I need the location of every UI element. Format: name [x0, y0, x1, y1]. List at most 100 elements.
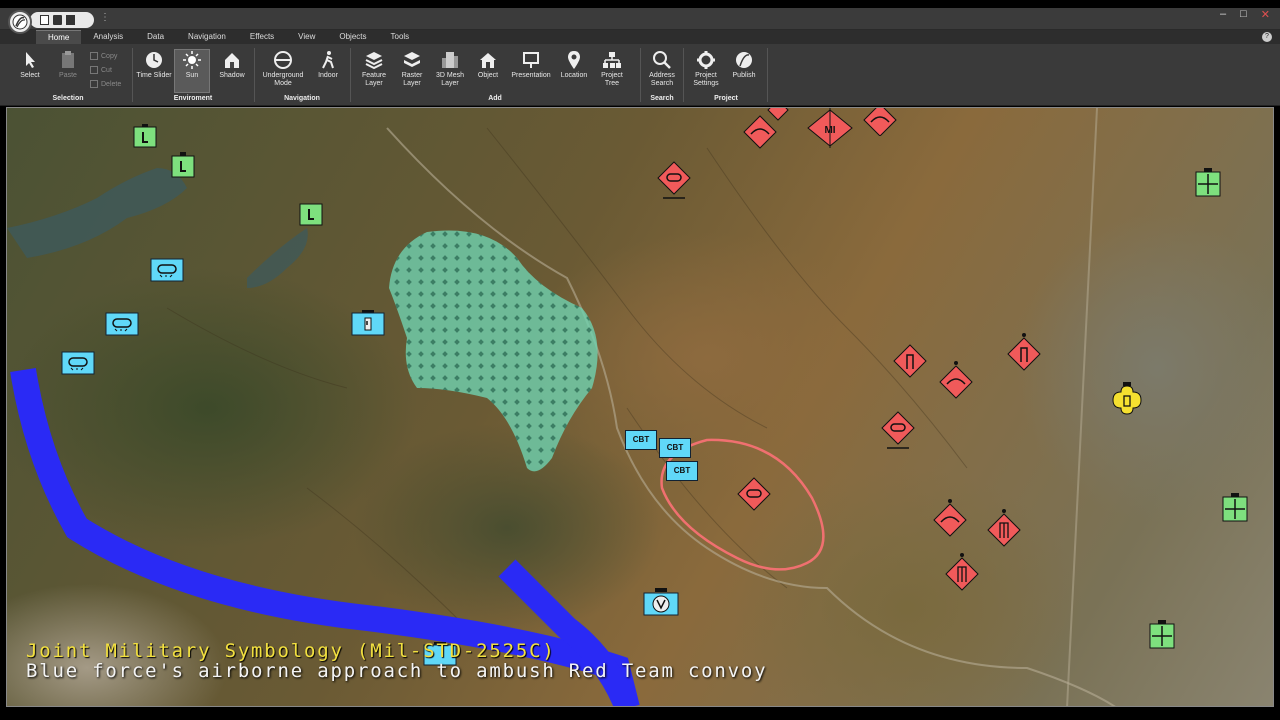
tab-effects[interactable]: Effects — [238, 30, 286, 44]
app-window: ⋮ – □ ✕ Home Analysis Data Navigation Ef… — [0, 0, 1280, 720]
hostile-unit-symbol[interactable] — [1007, 332, 1041, 377]
friendly-armor-symbol[interactable] — [61, 351, 95, 380]
tree-icon — [603, 52, 621, 68]
hostile-unit-symbol[interactable] — [767, 108, 789, 127]
tab-data[interactable]: Data — [135, 30, 176, 44]
hostile-mi-label: MI — [824, 125, 835, 136]
layers-icon — [365, 52, 383, 70]
copy-button[interactable]: Copy — [90, 52, 117, 60]
underground-mode-button[interactable]: Underground Mode — [260, 50, 306, 88]
north-road — [1066, 108, 1098, 706]
cut-button[interactable]: Cut — [90, 66, 112, 74]
location-pin-icon — [568, 51, 580, 69]
raster-layer-button[interactable]: Raster Layer — [394, 50, 430, 88]
neutral-medical-symbol[interactable] — [1149, 620, 1175, 655]
select-button[interactable]: Select — [12, 50, 48, 80]
paste-icon — [62, 51, 74, 68]
neutral-unit-symbol[interactable] — [299, 200, 323, 231]
address-search-button[interactable]: Address Search — [642, 50, 682, 88]
presentation-button[interactable]: Presentation — [508, 50, 554, 80]
ribbon-divider — [683, 48, 684, 102]
minimize-button[interactable]: – — [1220, 8, 1226, 21]
hostile-mi-symbol[interactable]: MI — [807, 108, 853, 153]
presentation-icon — [523, 52, 539, 68]
project-settings-button[interactable]: Project Settings — [688, 50, 724, 88]
indoor-button[interactable]: Indoor — [310, 50, 346, 80]
neutral-unit-symbol[interactable] — [133, 124, 157, 153]
neutral-medical-symbol[interactable] — [1195, 168, 1221, 203]
green-zone-pattern — [389, 230, 598, 472]
sun-button[interactable]: Sun — [174, 49, 210, 93]
hostile-unit-symbol[interactable] — [863, 108, 897, 141]
publish-button[interactable]: Publish — [726, 50, 762, 80]
group-selection: Select Paste Copy Cut Delete Selection — [6, 46, 130, 104]
friendly-cbt-unit[interactable]: CBT — [666, 461, 698, 481]
friendly-armor-symbol[interactable] — [105, 312, 139, 341]
tab-objects[interactable]: Objects — [327, 30, 378, 44]
title-bar — [0, 8, 1280, 30]
hostile-unit-symbol[interactable] — [933, 498, 967, 543]
location-button[interactable]: Location — [556, 50, 592, 80]
search-icon — [653, 51, 671, 69]
underground-icon — [274, 51, 292, 69]
paste-button[interactable]: Paste — [50, 50, 86, 80]
tab-navigation[interactable]: Navigation — [176, 30, 238, 44]
qat-dropdown-icon[interactable]: ⋮ — [100, 12, 110, 23]
friendly-cbt-unit[interactable]: CBT — [625, 430, 657, 450]
group-environment: Time Slider Sun Shadow Enviroment — [134, 46, 252, 104]
ribbon-tabs: Home Analysis Data Navigation Effects Vi… — [0, 30, 1280, 44]
new-file-icon[interactable] — [40, 15, 49, 25]
tab-view[interactable]: View — [286, 30, 327, 44]
hostile-armor-symbol[interactable] — [657, 160, 691, 205]
group-navigation: Underground Mode Indoor Navigation — [256, 46, 348, 104]
window-controls: – □ ✕ — [1220, 8, 1270, 21]
friendly-armor-symbol[interactable] — [150, 258, 184, 287]
delete-icon — [90, 80, 98, 88]
close-button[interactable]: ✕ — [1261, 8, 1270, 21]
lake-water — [247, 228, 308, 288]
app-logo-icon[interactable] — [8, 10, 32, 34]
feature-layer-button[interactable]: Feature Layer — [356, 50, 392, 88]
raster-layers-icon — [404, 52, 420, 67]
project-tree-button[interactable]: Project Tree — [594, 50, 630, 88]
mesh-layer-button[interactable]: 3D Mesh Layer — [432, 50, 468, 88]
delete-button[interactable]: Delete — [90, 80, 121, 88]
ribbon-divider — [254, 48, 255, 102]
group-search: Address Search Search — [642, 46, 682, 104]
hostile-unit-symbol[interactable] — [893, 343, 927, 384]
time-slider-button[interactable]: Time Slider — [136, 50, 172, 80]
hostile-unit-symbol[interactable] — [987, 508, 1021, 555]
tab-tools[interactable]: Tools — [379, 30, 422, 44]
reservoir-water — [7, 168, 187, 258]
walking-person-icon — [322, 51, 334, 69]
group-label-project: Project — [714, 95, 738, 102]
object-button[interactable]: Object — [470, 50, 506, 80]
hostile-armor-symbol[interactable] — [881, 410, 915, 455]
tab-analysis[interactable]: Analysis — [81, 30, 135, 44]
maximize-button[interactable]: □ — [1240, 8, 1247, 21]
gear-icon — [697, 51, 715, 69]
cut-icon — [90, 66, 98, 74]
shadow-button[interactable]: Shadow — [214, 50, 250, 80]
ribbon-divider — [132, 48, 133, 102]
neutral-medical-symbol[interactable] — [1222, 493, 1248, 528]
hostile-unit-symbol[interactable] — [945, 552, 979, 599]
help-icon[interactable]: ? — [1262, 32, 1272, 42]
hostile-armor-symbol[interactable] — [737, 476, 771, 517]
open-folder-icon[interactable] — [53, 15, 62, 25]
unknown-unit-symbol[interactable] — [1109, 382, 1145, 423]
friendly-cbt-unit[interactable]: CBT — [659, 438, 691, 458]
group-label-add: Add — [488, 95, 502, 102]
save-icon[interactable] — [66, 15, 75, 25]
ribbon: Select Paste Copy Cut Delete Selection T… — [0, 44, 1280, 106]
tab-home[interactable]: Home — [36, 30, 82, 44]
map-overlay — [7, 108, 1116, 706]
quick-access-toolbar — [30, 12, 94, 28]
house-shadow-icon — [225, 53, 239, 68]
map-viewport[interactable]: CBT CBT CBT MI — [6, 107, 1274, 707]
ribbon-divider — [767, 48, 768, 102]
hostile-unit-symbol[interactable] — [939, 360, 973, 405]
neutral-unit-symbol[interactable] — [171, 152, 195, 183]
friendly-unit-symbol[interactable] — [351, 310, 385, 341]
friendly-airborne-symbol[interactable] — [643, 588, 679, 621]
